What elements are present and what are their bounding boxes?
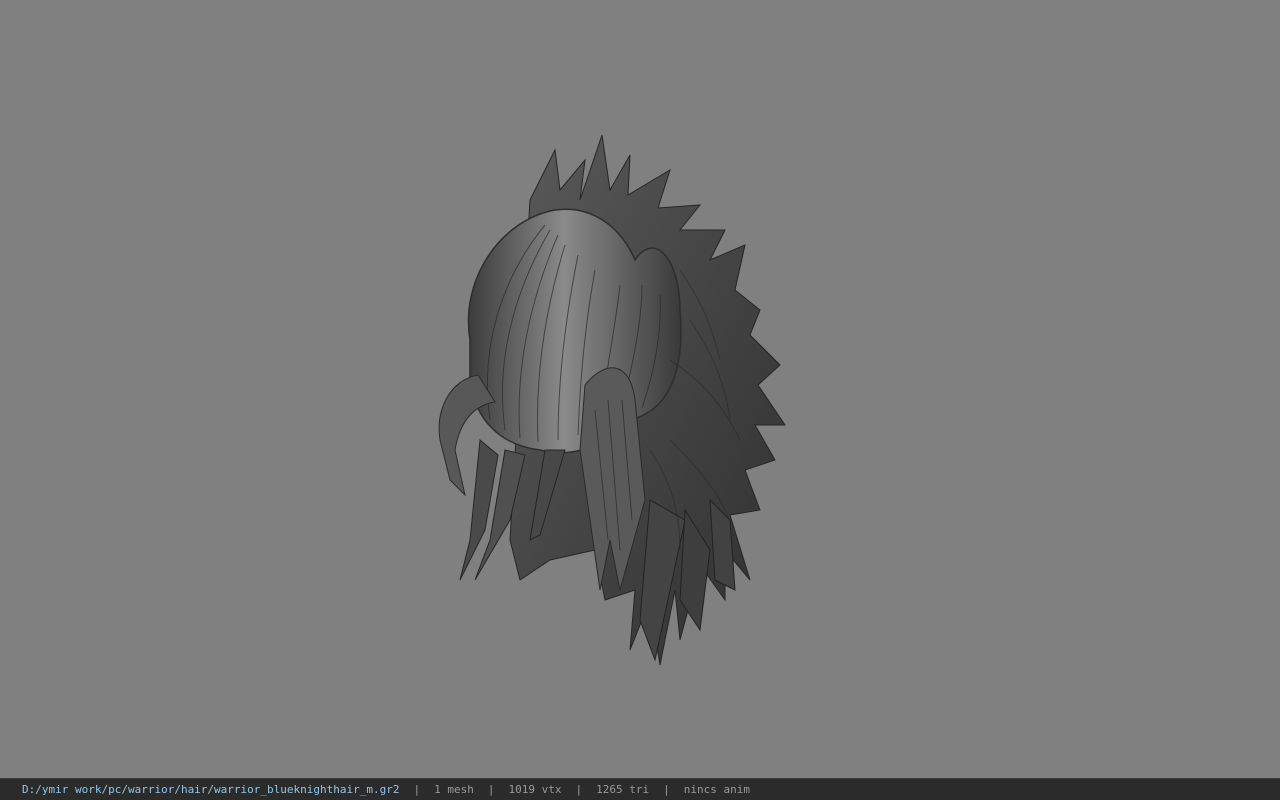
hair-model xyxy=(438,134,786,666)
anim-status: nincs anim xyxy=(683,783,750,796)
mesh-count: 1 mesh xyxy=(434,783,474,796)
vertex-count: 1019 vtx xyxy=(508,783,562,796)
triangle-count: 1265 tri xyxy=(596,783,650,796)
separator: | xyxy=(487,783,495,796)
file-path: D:/ymir work/pc/warrior/hair/warrior_blu… xyxy=(22,783,400,796)
separator: | xyxy=(663,783,670,796)
separator: | xyxy=(575,783,583,796)
status-bar: D:/ymir work/pc/warrior/hair/warrior_blu… xyxy=(0,778,1280,800)
model-viewport[interactable] xyxy=(0,0,1280,778)
separator: | xyxy=(413,783,421,796)
